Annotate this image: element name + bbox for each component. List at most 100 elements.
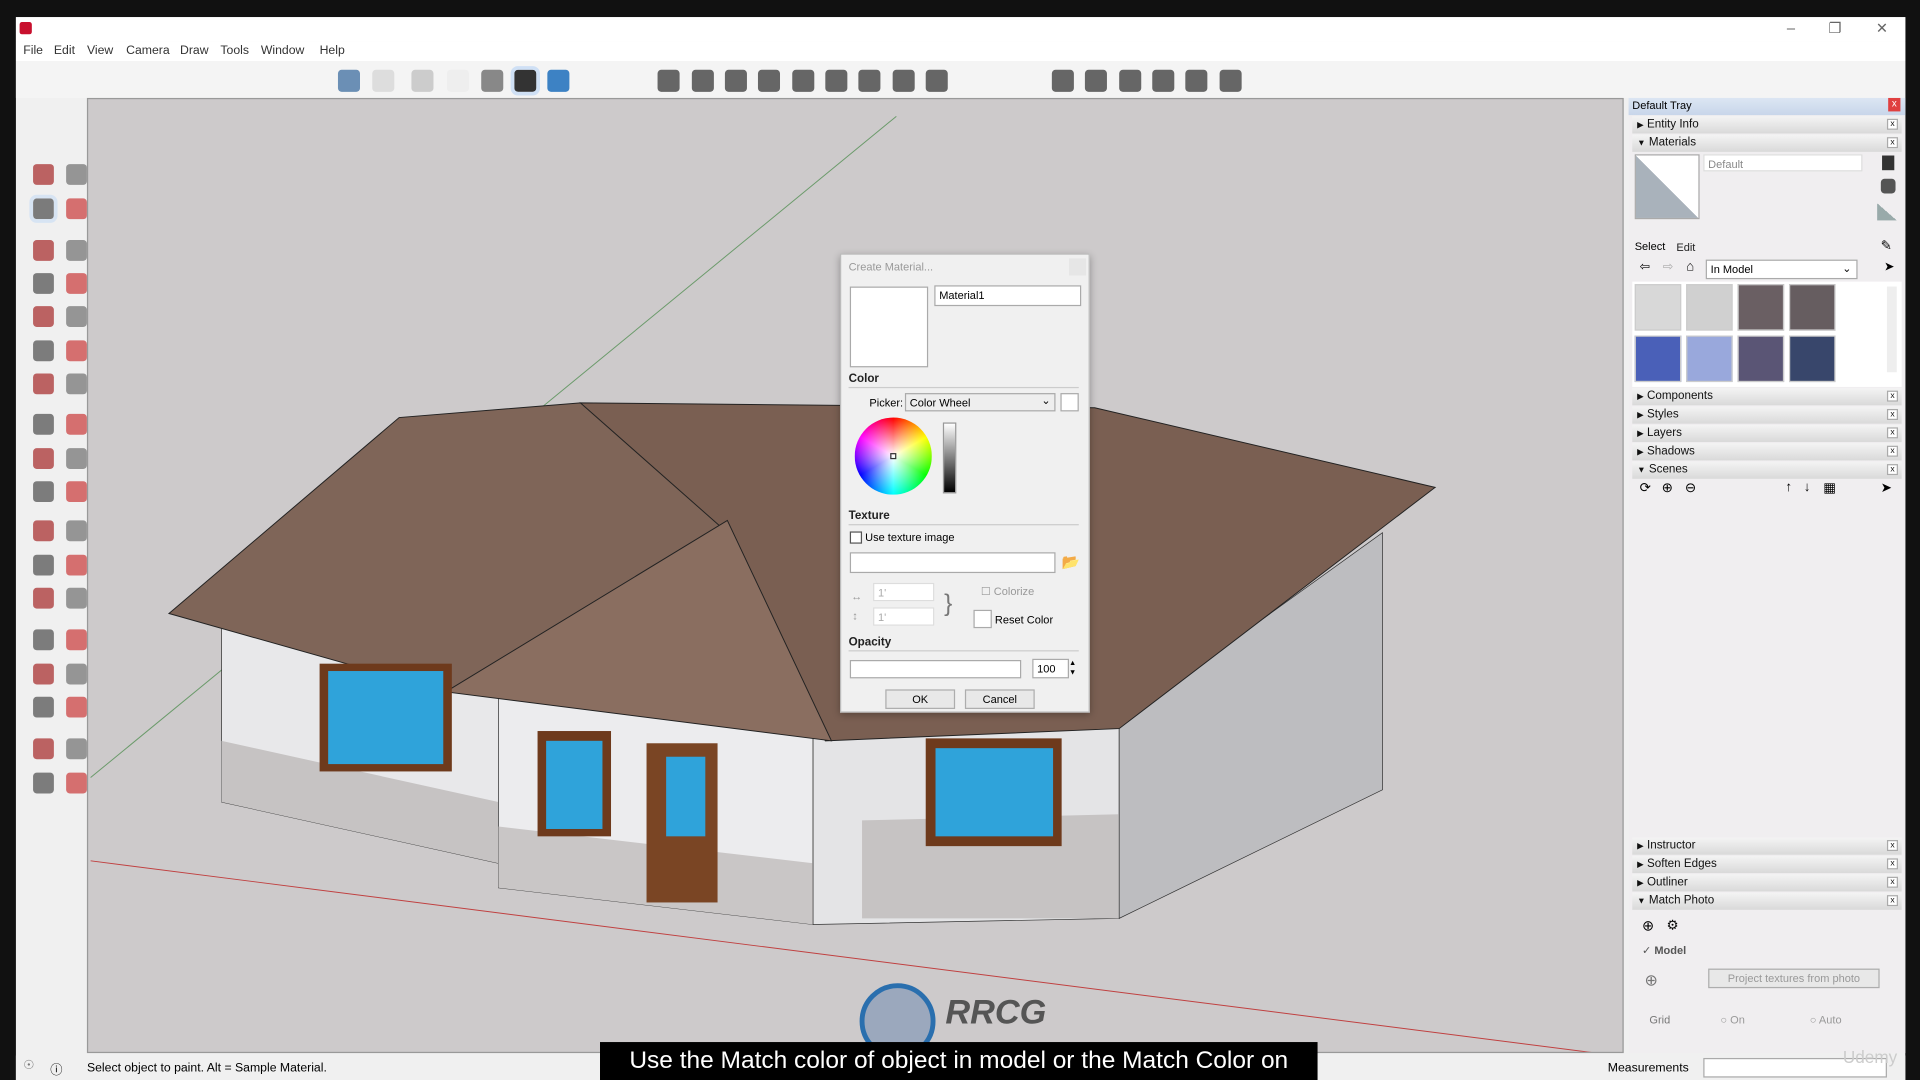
aspect-lock-icon[interactable]: } bbox=[944, 590, 952, 618]
add-photo-icon[interactable]: ⊕ bbox=[1642, 917, 1654, 934]
material-swatch[interactable] bbox=[1737, 335, 1785, 383]
push-pull-tool-icon[interactable] bbox=[66, 413, 87, 435]
browse-folder-icon[interactable]: 📂 bbox=[1062, 553, 1080, 570]
refresh-icon[interactable]: ⟳ bbox=[1640, 480, 1651, 496]
rotate-tool-icon[interactable] bbox=[33, 448, 54, 469]
ok-button[interactable]: OK bbox=[885, 689, 956, 709]
material-name-input[interactable]: Material1 bbox=[934, 285, 1082, 307]
iso-view-icon[interactable] bbox=[1051, 69, 1074, 92]
follow-me-tool-icon[interactable] bbox=[66, 448, 87, 469]
panel-close-icon[interactable]: x bbox=[1886, 840, 1898, 852]
zoom-extents-icon[interactable] bbox=[792, 69, 815, 92]
text-tool-icon[interactable] bbox=[66, 554, 87, 576]
rectangle-tool-icon[interactable] bbox=[33, 273, 54, 294]
close-button[interactable]: ✕ bbox=[1876, 20, 1888, 37]
settings-icon[interactable]: ⚙ bbox=[1667, 917, 1679, 933]
panel-close-icon[interactable]: x bbox=[1886, 408, 1898, 421]
checkbox-box[interactable] bbox=[849, 531, 863, 544]
zoom-icon[interactable] bbox=[724, 69, 747, 92]
menu-window[interactable]: Window bbox=[261, 44, 305, 57]
zoom-extents-tool-icon[interactable] bbox=[33, 696, 54, 718]
orbit-tool-icon[interactable] bbox=[33, 629, 54, 651]
orbit-icon[interactable] bbox=[657, 69, 680, 92]
3pt-arc-tool-icon[interactable] bbox=[33, 373, 54, 395]
brightness-slider[interactable] bbox=[942, 422, 957, 494]
menu-help[interactable]: Help bbox=[320, 44, 345, 57]
pan-icon[interactable] bbox=[691, 69, 714, 92]
color-wheel-cursor[interactable] bbox=[890, 453, 897, 460]
polygon-tool-icon[interactable] bbox=[66, 306, 87, 327]
previous-tool-icon[interactable] bbox=[66, 696, 87, 718]
tab-select[interactable]: Select bbox=[1635, 240, 1666, 252]
line-tool-icon[interactable] bbox=[33, 240, 54, 261]
wireframe-icon[interactable] bbox=[411, 69, 434, 92]
swatch-scrollbar[interactable] bbox=[1886, 286, 1897, 373]
position-camera-icon[interactable] bbox=[858, 69, 881, 92]
menu-tools[interactable]: Tools bbox=[220, 44, 249, 57]
material-swatch[interactable] bbox=[1686, 284, 1733, 331]
panel-close-icon[interactable]: x bbox=[1886, 876, 1898, 888]
library-select[interactable]: In Model ⌄ bbox=[1705, 259, 1858, 280]
default-material-icon[interactable] bbox=[1877, 203, 1897, 221]
colorize-checkbox[interactable]: ☐ Colorize bbox=[981, 585, 1034, 598]
restore-button[interactable]: ❐ bbox=[1828, 20, 1841, 37]
move-tool-icon[interactable] bbox=[33, 413, 54, 435]
create-material-icon[interactable] bbox=[1880, 178, 1896, 194]
details-arrow-icon[interactable]: ➤ bbox=[1884, 261, 1894, 274]
menu-camera[interactable]: Camera bbox=[126, 44, 170, 57]
tray-close-button[interactable]: x bbox=[1888, 97, 1901, 112]
panel-materials[interactable]: ▼ Materials x bbox=[1632, 134, 1902, 152]
panel-soften-edges[interactable]: ▶ Soften Edges x bbox=[1632, 855, 1902, 874]
texture-path-input[interactable] bbox=[849, 552, 1056, 574]
look-around-icon[interactable] bbox=[892, 69, 915, 92]
opacity-slider[interactable] bbox=[849, 660, 1022, 679]
zoom-window-icon[interactable] bbox=[757, 69, 781, 92]
material-swatch[interactable] bbox=[1788, 335, 1836, 383]
tape-measure-tool-icon[interactable] bbox=[33, 520, 54, 542]
material-swatch[interactable] bbox=[1686, 335, 1733, 383]
panel-close-icon[interactable]: x bbox=[1886, 118, 1898, 130]
circle-tool-icon[interactable] bbox=[33, 306, 54, 327]
panel-styles[interactable]: ▶ Styles x bbox=[1632, 406, 1902, 424]
xray-icon[interactable] bbox=[337, 69, 361, 92]
walk-icon[interactable] bbox=[925, 69, 948, 92]
geo-location-icon[interactable]: ☉ bbox=[23, 1059, 34, 1072]
top-view-icon[interactable] bbox=[1084, 69, 1107, 92]
menu-draw[interactable]: Draw bbox=[180, 44, 209, 57]
texture-width-input[interactable]: 1' bbox=[873, 582, 935, 602]
remove-scene-icon[interactable]: ⊖ bbox=[1685, 480, 1696, 496]
arc-tool-icon[interactable] bbox=[33, 340, 54, 362]
menu-file[interactable]: File bbox=[23, 44, 43, 57]
3d-text-tool-icon[interactable] bbox=[66, 587, 87, 609]
make-component-tool-icon[interactable] bbox=[66, 164, 87, 185]
forward-icon[interactable]: ⇨ bbox=[1663, 261, 1673, 274]
panel-close-icon[interactable]: x bbox=[1886, 464, 1898, 476]
pan-tool-icon[interactable] bbox=[66, 629, 87, 651]
dialog-close-button[interactable] bbox=[1068, 258, 1087, 276]
model-checkbox[interactable]: ✓ Model bbox=[1642, 944, 1686, 957]
position-camera-tool-icon[interactable] bbox=[33, 738, 54, 760]
protractor-tool-icon[interactable] bbox=[33, 554, 54, 576]
back-view-icon[interactable] bbox=[1185, 69, 1208, 92]
look-around-tool-icon[interactable] bbox=[66, 738, 87, 760]
panel-shadows[interactable]: ▶ Shadows x bbox=[1632, 443, 1902, 461]
shaded-with-textures-icon[interactable] bbox=[510, 66, 541, 96]
minimize-button[interactable]: – bbox=[1787, 20, 1795, 37]
panel-close-icon[interactable]: x bbox=[1886, 895, 1898, 907]
back-icon[interactable]: ⇦ bbox=[1640, 261, 1650, 274]
zoom-tool-icon[interactable] bbox=[33, 663, 54, 685]
panel-entity-info[interactable]: ▶ Entity Info x bbox=[1632, 116, 1902, 134]
grid-auto-radio[interactable]: ○ Auto bbox=[1810, 1014, 1842, 1026]
shaded-icon[interactable] bbox=[481, 69, 504, 92]
material-swatch[interactable] bbox=[1634, 335, 1682, 383]
right-view-icon[interactable] bbox=[1152, 69, 1175, 92]
panel-components[interactable]: ▶ Components x bbox=[1632, 388, 1902, 406]
2pt-arc-tool-icon[interactable] bbox=[66, 340, 87, 362]
front-view-icon[interactable] bbox=[1119, 69, 1142, 92]
panel-close-icon[interactable]: x bbox=[1886, 427, 1898, 439]
panel-instructor[interactable]: ▶ Instructor x bbox=[1632, 837, 1902, 855]
rotated-rectangle-tool-icon[interactable] bbox=[66, 273, 87, 294]
panel-outliner[interactable]: ▶ Outliner x bbox=[1632, 874, 1902, 892]
use-texture-checkbox[interactable]: Use texture image bbox=[849, 531, 955, 544]
axes-tool-icon[interactable] bbox=[33, 587, 54, 609]
